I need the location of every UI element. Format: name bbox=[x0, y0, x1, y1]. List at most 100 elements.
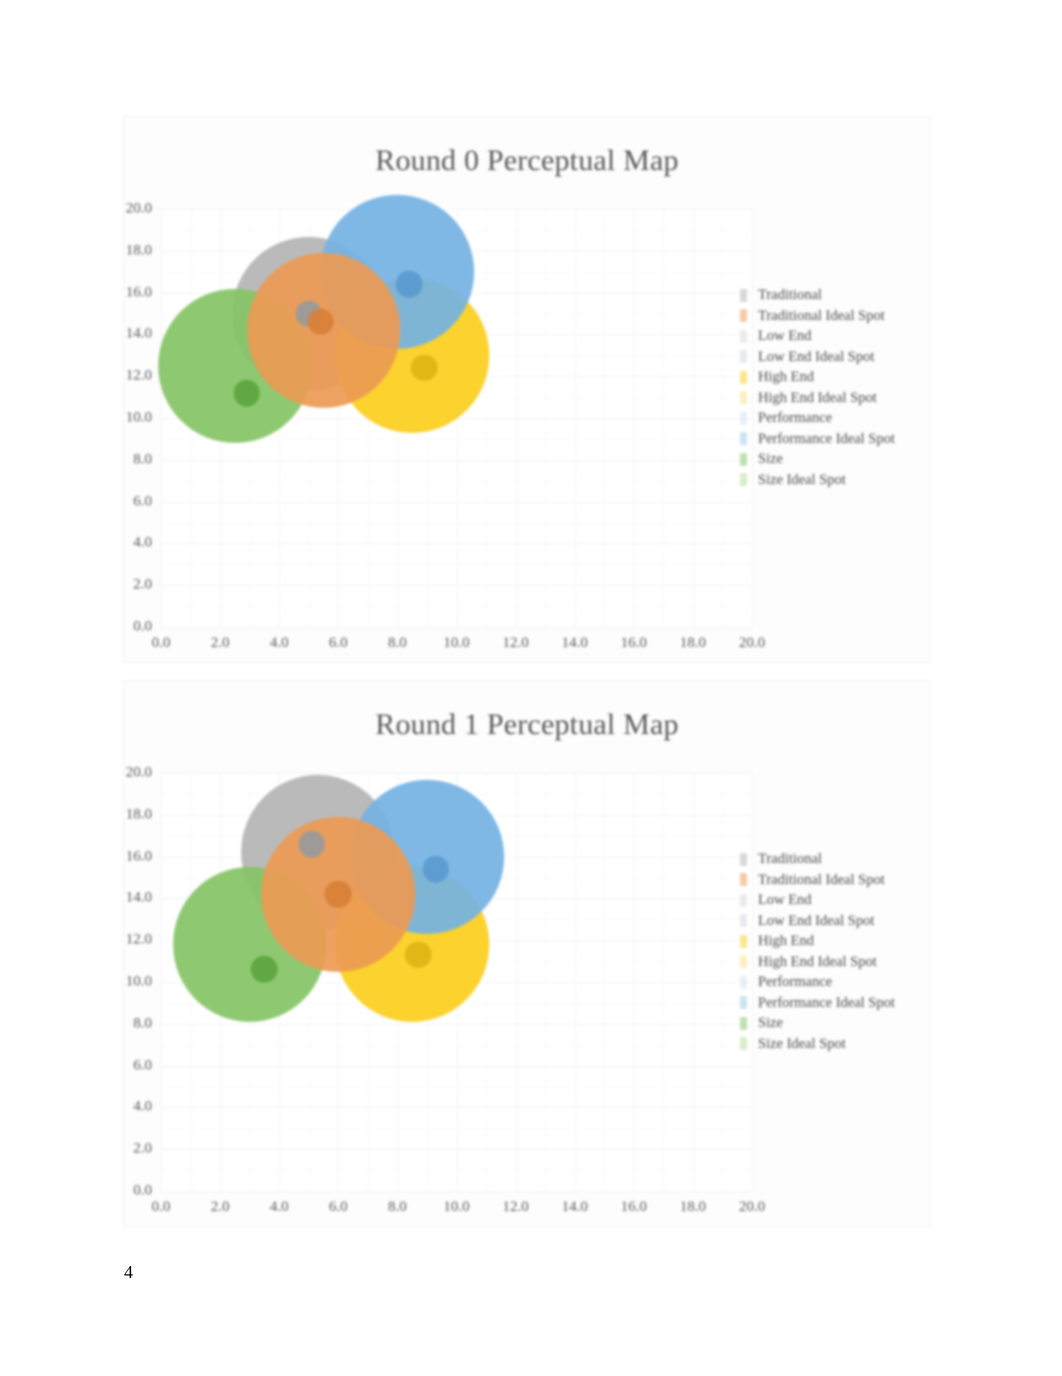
legend-item[interactable]: Performance bbox=[740, 408, 930, 429]
legend-item[interactable]: Low End Ideal Spot bbox=[740, 347, 930, 368]
legend-item-label: High End bbox=[758, 933, 814, 949]
legend-swatch-icon bbox=[740, 370, 747, 384]
legend-item[interactable]: Traditional Ideal Spot bbox=[740, 870, 930, 891]
ideal-spot-size-ideal-spot[interactable] bbox=[307, 308, 334, 336]
x-tick-label: 6.0 bbox=[328, 635, 348, 651]
legend-item[interactable]: Traditional Ideal Spot bbox=[740, 306, 930, 327]
plot-area-round1 bbox=[161, 773, 753, 1192]
x-tick-label: 16.0 bbox=[620, 635, 647, 651]
ideal-spot-traditional-ideal-spot[interactable] bbox=[298, 830, 325, 858]
y-tick-label: 14.0 bbox=[125, 889, 152, 906]
legend-swatch-icon bbox=[740, 996, 747, 1010]
gridline-horizontal bbox=[161, 606, 752, 608]
gridline-horizontal bbox=[161, 1128, 752, 1130]
legend-item-label: Performance Ideal Spot bbox=[758, 430, 895, 447]
ideal-spot-high-end-ideal-spot[interactable] bbox=[404, 941, 432, 969]
gridline-horizontal bbox=[161, 209, 752, 210]
legend-item[interactable]: Traditional bbox=[740, 849, 930, 870]
y-tick-label: 20.0 bbox=[125, 200, 152, 217]
legend-item[interactable]: Size Ideal Spot bbox=[740, 1034, 930, 1055]
ideal-spot-low-end-ideal-spot[interactable] bbox=[233, 379, 260, 407]
gridline-horizontal bbox=[161, 480, 752, 482]
gridline-horizontal bbox=[161, 522, 752, 524]
y-tick-label: 6.0 bbox=[133, 493, 152, 510]
legend-item[interactable]: Size Ideal Spot bbox=[740, 470, 930, 491]
x-tick-label: 10.0 bbox=[443, 1199, 470, 1215]
y-tick-label: 8.0 bbox=[133, 451, 152, 468]
x-tick-label: 2.0 bbox=[210, 635, 230, 651]
legend-item[interactable]: Performance bbox=[740, 972, 930, 993]
x-tick-label: 0.0 bbox=[151, 635, 171, 651]
legend-swatch-icon bbox=[740, 873, 747, 887]
legend-item-label: High End bbox=[758, 369, 814, 385]
legend-swatch-icon bbox=[740, 955, 747, 969]
x-tick-label: 6.0 bbox=[328, 1199, 348, 1215]
legend-item-label: Low End bbox=[758, 328, 812, 344]
ideal-spot-performance-ideal-spot[interactable] bbox=[422, 855, 450, 883]
legend-item[interactable]: Performance Ideal Spot bbox=[740, 993, 930, 1014]
gridline-horizontal bbox=[161, 501, 752, 503]
ideal-spot-low-end-ideal-spot[interactable] bbox=[251, 956, 278, 983]
y-tick-label: 14.0 bbox=[125, 325, 152, 342]
ideal-spot-size-ideal-spot[interactable] bbox=[325, 880, 352, 908]
x-tick-label: 18.0 bbox=[679, 1199, 707, 1215]
y-tick-label: 10.0 bbox=[125, 973, 152, 990]
legend-item-label: Low End Ideal Spot bbox=[758, 912, 875, 929]
y-tick-label: 4.0 bbox=[133, 534, 152, 551]
legend-swatch-icon bbox=[740, 350, 747, 364]
x-tick-label: 2.0 bbox=[210, 1199, 230, 1215]
legend-item-label: Size bbox=[758, 1015, 783, 1031]
x-tick-label: 8.0 bbox=[388, 1199, 407, 1215]
y-tick-label: 12.0 bbox=[125, 367, 152, 384]
legend-item-label: Low End bbox=[758, 892, 812, 908]
legend-swatch-icon bbox=[740, 914, 747, 928]
gridline-horizontal bbox=[161, 585, 752, 587]
legend-item[interactable]: High End Ideal Spot bbox=[740, 388, 930, 409]
legend-item-label: High End Ideal Spot bbox=[758, 389, 877, 406]
legend-item[interactable]: High End Ideal Spot bbox=[740, 952, 930, 973]
legend-item[interactable]: Size bbox=[740, 449, 930, 470]
legend-item[interactable]: Size bbox=[740, 1013, 930, 1034]
gridline-horizontal bbox=[161, 1107, 752, 1109]
chart-card-round1: Round 1 Perceptual Map 0.0 2.0 4.0 6.0 8.0 10… bbox=[124, 681, 930, 1226]
legend-swatch-icon bbox=[740, 975, 747, 989]
y-tick-label: 20.0 bbox=[125, 764, 152, 781]
gridline-horizontal bbox=[161, 1191, 752, 1192]
x-tick-label: 20.0 bbox=[738, 635, 766, 651]
gridline-horizontal bbox=[161, 1044, 752, 1046]
legend-item-label: Traditional bbox=[758, 851, 822, 867]
legend-item[interactable]: Low End Ideal Spot bbox=[740, 911, 930, 932]
legend-item-label: Low End Ideal Spot bbox=[758, 348, 875, 365]
y-tick-label: 0.0 bbox=[133, 618, 152, 635]
legend-swatch-icon bbox=[740, 934, 747, 948]
legend-item-label: Size Ideal Spot bbox=[758, 471, 846, 488]
legend-item[interactable]: Performance Ideal Spot bbox=[740, 429, 930, 450]
legend-swatch-icon bbox=[740, 852, 747, 866]
gridline-horizontal bbox=[161, 1149, 752, 1151]
ideal-spot-high-end-ideal-spot[interactable] bbox=[410, 354, 438, 382]
legend-item-label: Traditional Ideal Spot bbox=[758, 307, 885, 324]
gridline-horizontal bbox=[161, 1065, 752, 1067]
legend-item[interactable]: Low End bbox=[740, 890, 930, 911]
x-tick-label: 0.0 bbox=[151, 1199, 171, 1215]
legend-swatch-icon bbox=[740, 452, 747, 466]
legend-item[interactable]: Traditional bbox=[740, 285, 930, 306]
legend-item-label: Traditional bbox=[758, 287, 822, 303]
x-tick-label: 8.0 bbox=[388, 635, 407, 651]
legend-swatch-icon bbox=[740, 411, 747, 425]
x-tick-label: 4.0 bbox=[269, 635, 289, 651]
legend-swatch-icon bbox=[740, 288, 747, 302]
plot-frame-round1: 0.0 2.0 4.0 6.0 8.0 10.0 12.0 14.0 16.0 18.0 20.0 … bbox=[126, 765, 765, 1216]
y-tick-label: 18.0 bbox=[125, 806, 152, 823]
legend-item[interactable]: High End bbox=[740, 367, 930, 388]
ideal-spot-performance-ideal-spot[interactable] bbox=[395, 270, 423, 298]
legend-item[interactable]: High End bbox=[740, 931, 930, 952]
x-tick-label: 14.0 bbox=[561, 635, 588, 651]
y-tick-label: 18.0 bbox=[125, 242, 152, 259]
legend-item[interactable]: Low End bbox=[740, 326, 930, 347]
chart-card-round0: Round 0 Perceptual Map 0.0 2.0 4.0 6.0 8.0 10… bbox=[124, 117, 930, 662]
x-tick-label: 14.0 bbox=[561, 1199, 588, 1215]
plot-frame-round0: 0.0 2.0 4.0 6.0 8.0 10.0 12.0 14.0 16.0 18.0 20.0 … bbox=[126, 194, 765, 651]
legend-swatch-icon bbox=[740, 893, 747, 907]
gridline-horizontal bbox=[161, 773, 752, 774]
